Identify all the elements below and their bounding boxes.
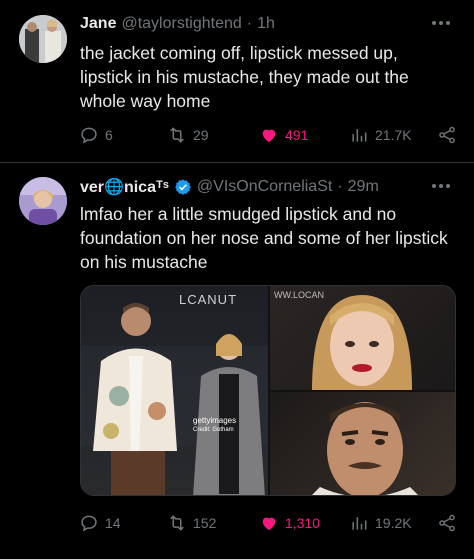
reply-icon: [81, 127, 97, 144]
retweet-icon: [170, 127, 184, 143]
views-count: 21.7K: [375, 127, 412, 143]
share-button[interactable]: [437, 513, 457, 533]
views-icon: [352, 517, 367, 530]
share-icon: [439, 514, 455, 532]
man-closeup-illustration: [312, 402, 418, 495]
photo-woman-closeup[interactable]: WW.LOCAN: [270, 286, 455, 390]
share-button[interactable]: [437, 125, 457, 145]
reply-icon: [81, 515, 97, 532]
heart-filled-icon: [262, 129, 276, 143]
more-options-icon[interactable]: [432, 16, 454, 30]
retweet-button[interactable]: 152: [167, 513, 259, 533]
avatar[interactable]: [19, 15, 67, 63]
like-count: 1,310: [285, 515, 321, 531]
reply-button[interactable]: 14: [79, 513, 167, 533]
heart-filled-icon: [262, 517, 276, 531]
tweet-header: Jane @taylorstightend · 1h: [80, 13, 275, 35]
couple-walking-illustration: [81, 303, 268, 495]
tweet-2[interactable]: ver🌐nicaᵀˢ @VIsOnCorneliaSt · 29m lmfao …: [0, 163, 474, 559]
getty-watermark: gettyimages: [193, 416, 237, 425]
share-icon: [439, 126, 455, 144]
action-bar: 6 29 491 21.7K: [79, 124, 459, 146]
reply-count: 14: [105, 515, 121, 531]
separator: ·: [246, 15, 253, 32]
photo-credit: Credit: Gotham: [193, 427, 234, 433]
views-button[interactable]: 21.7K: [349, 125, 437, 145]
user-handle[interactable]: @taylorstightend: [121, 15, 241, 33]
views-icon: [352, 129, 367, 142]
tweet-text: lmfao her a little smudged lipstick and …: [80, 204, 448, 272]
avatar[interactable]: [19, 177, 67, 225]
photo-couple-walking[interactable]: LCANUT gettyimages Credit: Gotham: [81, 286, 268, 495]
photo-man-closeup[interactable]: [270, 392, 455, 495]
retweet-count: 152: [193, 515, 217, 531]
separator: ·: [337, 178, 343, 195]
timestamp[interactable]: 29m: [348, 178, 379, 196]
user-handle[interactable]: @VIsOnCorneliaSt: [197, 178, 332, 196]
woman-closeup-illustration: [312, 295, 412, 390]
views-button[interactable]: 19.2K: [349, 513, 437, 533]
photo-sign-text: LCANUT: [179, 292, 238, 307]
tweet-header: ver🌐nicaᵀˢ @VIsOnCorneliaSt · 29m: [80, 176, 379, 198]
action-bar: 14 152 1,310 19.2K: [79, 512, 459, 534]
tweet-1[interactable]: Jane @taylorstightend · 1h the jacket co…: [0, 0, 474, 163]
display-name[interactable]: Jane: [80, 15, 116, 33]
timestamp[interactable]: 1h: [257, 15, 275, 33]
display-name[interactable]: ver🌐nicaᵀˢ: [80, 177, 169, 197]
like-button[interactable]: 1,310: [259, 513, 349, 533]
reply-count: 6: [105, 127, 113, 143]
like-button[interactable]: 491: [259, 125, 349, 145]
more-options-icon[interactable]: [432, 179, 454, 193]
retweet-button[interactable]: 29: [167, 125, 259, 145]
media-grid[interactable]: LCANUT gettyimages Credit: Gotham WW.LOC…: [80, 285, 456, 496]
tweet-text: the jacket coming off, lipstick messed u…: [80, 43, 409, 111]
reply-button[interactable]: 6: [79, 125, 167, 145]
verified-badge-icon[interactable]: [174, 178, 192, 196]
like-count: 491: [285, 127, 309, 143]
photo-sign-text-2: WW.LOCAN: [274, 290, 325, 300]
retweet-count: 29: [193, 127, 209, 143]
views-count: 19.2K: [375, 515, 412, 531]
retweet-icon: [170, 515, 184, 531]
